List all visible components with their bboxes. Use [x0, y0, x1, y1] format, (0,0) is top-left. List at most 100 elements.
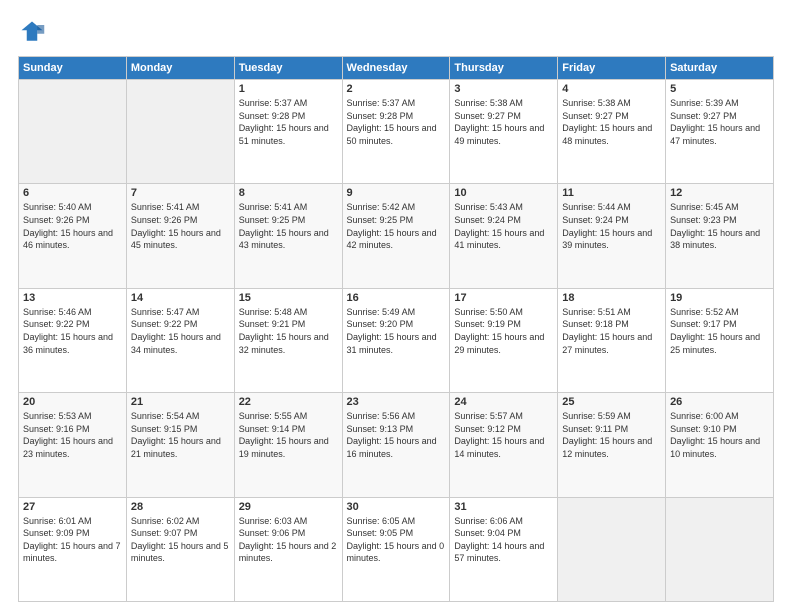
day-detail: Sunrise: 5:55 AM Sunset: 9:14 PM Dayligh…	[239, 410, 338, 460]
calendar-cell: 5 Sunrise: 5:39 AM Sunset: 9:27 PM Daylig…	[666, 80, 774, 184]
day-detail: Sunrise: 6:02 AM Sunset: 9:07 PM Dayligh…	[131, 515, 230, 565]
day-detail: Sunrise: 6:00 AM Sunset: 9:10 PM Dayligh…	[670, 410, 769, 460]
calendar-cell: 21 Sunrise: 5:54 AM Sunset: 9:15 PM Dayli…	[126, 393, 234, 497]
calendar-cell	[666, 497, 774, 601]
calendar-cell: 22 Sunrise: 5:55 AM Sunset: 9:14 PM Dayli…	[234, 393, 342, 497]
calendar-cell: 14 Sunrise: 5:47 AM Sunset: 9:22 PM Dayli…	[126, 288, 234, 392]
day-number: 8	[239, 187, 338, 199]
calendar-cell: 23 Sunrise: 5:56 AM Sunset: 9:13 PM Dayli…	[342, 393, 450, 497]
week-row-3: 13 Sunrise: 5:46 AM Sunset: 9:22 PM Dayli…	[19, 288, 774, 392]
day-detail: Sunrise: 5:47 AM Sunset: 9:22 PM Dayligh…	[131, 306, 230, 356]
day-detail: Sunrise: 5:37 AM Sunset: 9:28 PM Dayligh…	[347, 97, 446, 147]
calendar-cell: 10 Sunrise: 5:43 AM Sunset: 9:24 PM Dayli…	[450, 184, 558, 288]
day-number: 20	[23, 396, 122, 408]
calendar-cell: 9 Sunrise: 5:42 AM Sunset: 9:25 PM Daylig…	[342, 184, 450, 288]
calendar-cell: 12 Sunrise: 5:45 AM Sunset: 9:23 PM Dayli…	[666, 184, 774, 288]
day-number: 16	[347, 292, 446, 304]
day-number: 9	[347, 187, 446, 199]
calendar-cell: 20 Sunrise: 5:53 AM Sunset: 9:16 PM Dayli…	[19, 393, 127, 497]
calendar-cell	[19, 80, 127, 184]
calendar-cell: 11 Sunrise: 5:44 AM Sunset: 9:24 PM Dayli…	[558, 184, 666, 288]
day-number: 22	[239, 396, 338, 408]
day-number: 2	[347, 83, 446, 95]
logo	[18, 18, 50, 46]
calendar-cell: 25Sunrise: 5:59 AM Sunset: 9:11 PM Dayli…	[558, 393, 666, 497]
weekday-header-saturday: Saturday	[666, 57, 774, 80]
calendar-cell: 7 Sunrise: 5:41 AM Sunset: 9:26 PM Daylig…	[126, 184, 234, 288]
day-number: 30	[347, 501, 446, 513]
week-row-1: 1 Sunrise: 5:37 AM Sunset: 9:28 PM Daylig…	[19, 80, 774, 184]
day-number: 18	[562, 292, 661, 304]
day-detail: Sunrise: 5:42 AM Sunset: 9:25 PM Dayligh…	[347, 201, 446, 251]
week-row-2: 6 Sunrise: 5:40 AM Sunset: 9:26 PM Daylig…	[19, 184, 774, 288]
day-detail: Sunrise: 5:52 AM Sunset: 9:17 PM Dayligh…	[670, 306, 769, 356]
week-row-4: 20 Sunrise: 5:53 AM Sunset: 9:16 PM Dayli…	[19, 393, 774, 497]
day-detail: Sunrise: 5:48 AM Sunset: 9:21 PM Dayligh…	[239, 306, 338, 356]
calendar-cell: 18 Sunrise: 5:51 AM Sunset: 9:18 PM Dayli…	[558, 288, 666, 392]
day-detail: Sunrise: 5:51 AM Sunset: 9:18 PM Dayligh…	[562, 306, 661, 356]
day-number: 4	[562, 83, 661, 95]
calendar-cell: 28Sunrise: 6:02 AM Sunset: 9:07 PM Dayli…	[126, 497, 234, 601]
calendar-cell: 13 Sunrise: 5:46 AM Sunset: 9:22 PM Dayli…	[19, 288, 127, 392]
calendar-cell: 4 Sunrise: 5:38 AM Sunset: 9:27 PM Daylig…	[558, 80, 666, 184]
weekday-header-friday: Friday	[558, 57, 666, 80]
weekday-header-tuesday: Tuesday	[234, 57, 342, 80]
day-number: 29	[239, 501, 338, 513]
day-number: 10	[454, 187, 553, 199]
day-number: 21	[131, 396, 230, 408]
day-number: 26	[670, 396, 769, 408]
header	[18, 18, 774, 46]
weekday-header-monday: Monday	[126, 57, 234, 80]
day-detail: Sunrise: 5:50 AM Sunset: 9:19 PM Dayligh…	[454, 306, 553, 356]
day-detail: Sunrise: 5:38 AM Sunset: 9:27 PM Dayligh…	[562, 97, 661, 147]
page: SundayMondayTuesdayWednesdayThursdayFrid…	[0, 0, 792, 612]
day-number: 24	[454, 396, 553, 408]
calendar-cell: 6 Sunrise: 5:40 AM Sunset: 9:26 PM Daylig…	[19, 184, 127, 288]
day-detail: Sunrise: 5:40 AM Sunset: 9:26 PM Dayligh…	[23, 201, 122, 251]
calendar-cell: 19Sunrise: 5:52 AM Sunset: 9:17 PM Dayli…	[666, 288, 774, 392]
day-detail: Sunrise: 5:43 AM Sunset: 9:24 PM Dayligh…	[454, 201, 553, 251]
day-number: 14	[131, 292, 230, 304]
weekday-header-wednesday: Wednesday	[342, 57, 450, 80]
day-detail: Sunrise: 5:53 AM Sunset: 9:16 PM Dayligh…	[23, 410, 122, 460]
day-number: 6	[23, 187, 122, 199]
day-detail: Sunrise: 5:59 AM Sunset: 9:11 PM Dayligh…	[562, 410, 661, 460]
day-number: 5	[670, 83, 769, 95]
day-number: 11	[562, 187, 661, 199]
weekday-header-row: SundayMondayTuesdayWednesdayThursdayFrid…	[19, 57, 774, 80]
day-number: 17	[454, 292, 553, 304]
day-detail: Sunrise: 5:37 AM Sunset: 9:28 PM Dayligh…	[239, 97, 338, 147]
day-detail: Sunrise: 5:49 AM Sunset: 9:20 PM Dayligh…	[347, 306, 446, 356]
day-number: 15	[239, 292, 338, 304]
day-number: 7	[131, 187, 230, 199]
calendar-cell: 30 Sunrise: 6:05 AM Sunset: 9:05 PM Dayli…	[342, 497, 450, 601]
day-number: 13	[23, 292, 122, 304]
calendar-cell: 1 Sunrise: 5:37 AM Sunset: 9:28 PM Daylig…	[234, 80, 342, 184]
day-detail: Sunrise: 5:39 AM Sunset: 9:27 PM Dayligh…	[670, 97, 769, 147]
day-detail: Sunrise: 5:54 AM Sunset: 9:15 PM Dayligh…	[131, 410, 230, 460]
calendar-cell: 27Sunrise: 6:01 AM Sunset: 9:09 PM Dayli…	[19, 497, 127, 601]
day-detail: Sunrise: 5:45 AM Sunset: 9:23 PM Dayligh…	[670, 201, 769, 251]
day-detail: Sunrise: 5:41 AM Sunset: 9:26 PM Dayligh…	[131, 201, 230, 251]
week-row-5: 27Sunrise: 6:01 AM Sunset: 9:09 PM Dayli…	[19, 497, 774, 601]
calendar-cell	[126, 80, 234, 184]
weekday-header-thursday: Thursday	[450, 57, 558, 80]
day-detail: Sunrise: 5:57 AM Sunset: 9:12 PM Dayligh…	[454, 410, 553, 460]
day-detail: Sunrise: 5:44 AM Sunset: 9:24 PM Dayligh…	[562, 201, 661, 251]
calendar-cell: 3Sunrise: 5:38 AM Sunset: 9:27 PM Daylig…	[450, 80, 558, 184]
logo-icon	[18, 18, 46, 46]
calendar-cell: 29 Sunrise: 6:03 AM Sunset: 9:06 PM Dayli…	[234, 497, 342, 601]
day-detail: Sunrise: 6:05 AM Sunset: 9:05 PM Dayligh…	[347, 515, 446, 565]
day-detail: Sunrise: 6:06 AM Sunset: 9:04 PM Dayligh…	[454, 515, 553, 565]
day-number: 27	[23, 501, 122, 513]
day-number: 12	[670, 187, 769, 199]
calendar-cell: 8Sunrise: 5:41 AM Sunset: 9:25 PM Daylig…	[234, 184, 342, 288]
day-detail: Sunrise: 6:03 AM Sunset: 9:06 PM Dayligh…	[239, 515, 338, 565]
day-detail: Sunrise: 5:46 AM Sunset: 9:22 PM Dayligh…	[23, 306, 122, 356]
calendar-cell: 15 Sunrise: 5:48 AM Sunset: 9:21 PM Dayli…	[234, 288, 342, 392]
day-number: 23	[347, 396, 446, 408]
day-number: 1	[239, 83, 338, 95]
calendar-cell: 24 Sunrise: 5:57 AM Sunset: 9:12 PM Dayli…	[450, 393, 558, 497]
day-number: 31	[454, 501, 553, 513]
day-detail: Sunrise: 5:56 AM Sunset: 9:13 PM Dayligh…	[347, 410, 446, 460]
